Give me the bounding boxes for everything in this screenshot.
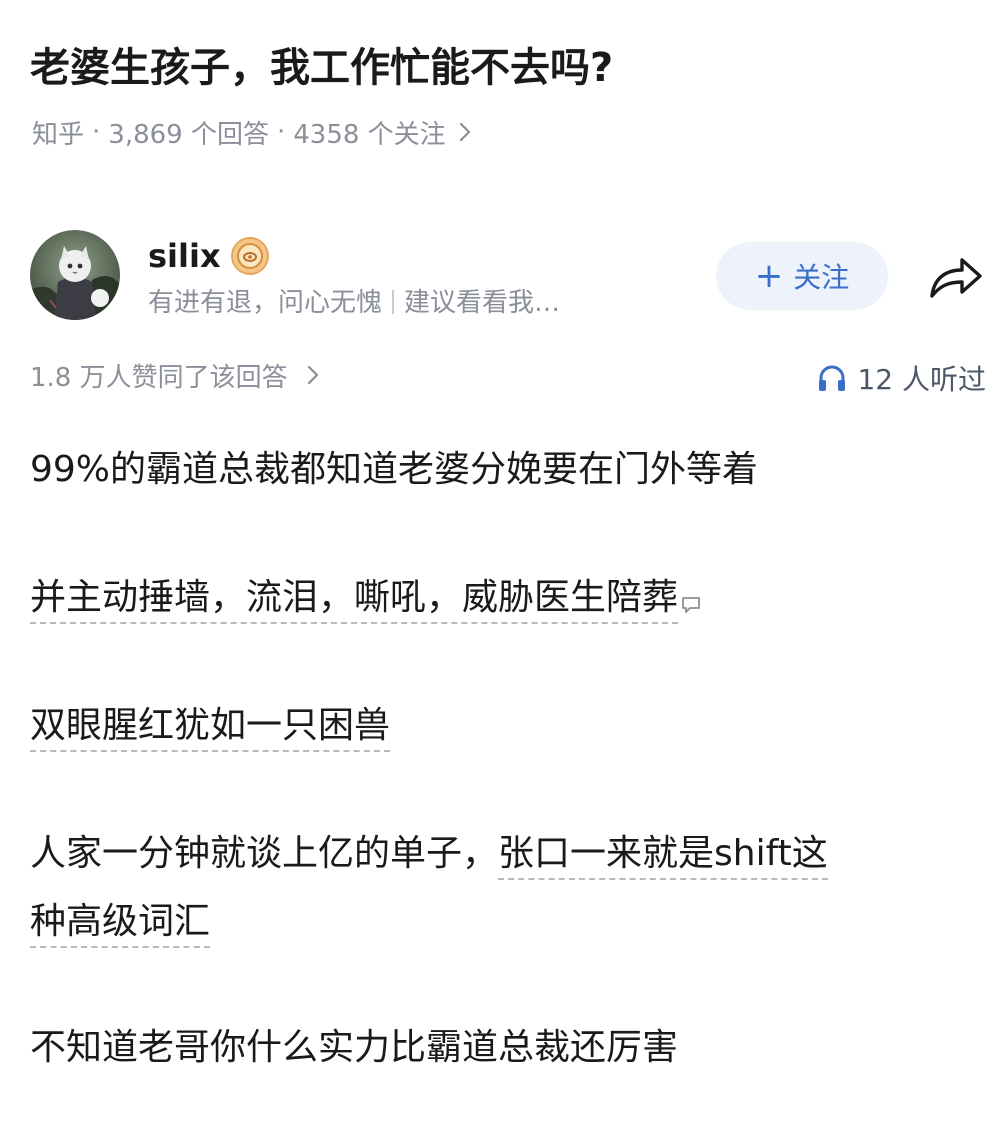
headphones-icon (819, 365, 846, 391)
author-name[interactable]: silix (148, 234, 221, 278)
follower-count: 4358 个关注 (293, 119, 446, 150)
plus-icon: + (754, 256, 784, 296)
question-meta[interactable]: 知乎 · 3,869 个回答 · 4358 个关注 (32, 110, 472, 154)
answer-paragraph: 种高级词汇 (30, 892, 211, 952)
question-title[interactable]: 老婆生孩子，我工作忙能不去吗? (30, 40, 613, 96)
author-row: silix 有进有退，问心无愧 建议看看我… + 关注 (30, 228, 990, 328)
source-label: 知乎 (32, 119, 85, 150)
meta-separator: · (92, 117, 101, 147)
share-icon[interactable] (926, 252, 986, 304)
chevron-right-icon (307, 365, 318, 385)
avatar[interactable] (30, 230, 120, 320)
meta-separator: · (276, 117, 286, 147)
author-bio-more[interactable]: 建议看看我… (404, 288, 560, 318)
annotated-text[interactable]: 双眼腥红犹如一只困兽 (30, 705, 391, 752)
listeners-count[interactable]: 12 人听过 (817, 356, 986, 400)
divider (392, 290, 395, 314)
annotated-text[interactable]: 并主动捶墙，流泪，嘶吼，威胁医生陪葬 (30, 577, 679, 624)
listeners-text: 12 人听过 (857, 363, 986, 396)
author-bio: 有进有退，问心无愧 建议看看我… (148, 284, 560, 322)
follow-button[interactable]: + 关注 (716, 242, 888, 310)
likes-link[interactable]: 1.8 万人赞同了该回答 (30, 356, 320, 400)
likes-text: 1.8 万人赞同了该回答 (30, 363, 288, 393)
annotated-text[interactable]: 张口一来就是shift这 (498, 833, 828, 880)
author-bio-text: 有进有退，问心无愧 (148, 288, 383, 318)
answer-paragraph: 不知道老哥你什么实力比霸道总裁还厉害 (30, 1027, 679, 1068)
stats-row: 1.8 万人赞同了该回答 12 人听过 (30, 356, 986, 400)
answer-paragraph: 双眼腥红犹如一只困兽 (30, 696, 391, 756)
comment-icon[interactable] (680, 595, 702, 615)
chevron-right-icon (459, 122, 470, 142)
avatar-image (30, 230, 120, 320)
follow-label: 关注 (793, 261, 850, 294)
answer-text: 人家一分钟就谈上亿的单子， (30, 833, 499, 874)
annotated-text[interactable]: 种高级词汇 (30, 901, 211, 948)
answer-count: 3,869 个回答 (108, 119, 269, 150)
answer-paragraph: 人家一分钟就谈上亿的单子，张口一来就是shift这 (30, 824, 828, 884)
answer-paragraph: 99%的霸道总裁都知道老婆分娩要在门外等着 (30, 449, 759, 490)
badge-icon (231, 237, 269, 275)
answer-page: 老婆生孩子，我工作忙能不去吗? 知乎 · 3,869 个回答 · 4358 个关… (0, 0, 1004, 1128)
answer-paragraph: 并主动捶墙，流泪，嘶吼，威胁医生陪葬 (30, 568, 702, 628)
